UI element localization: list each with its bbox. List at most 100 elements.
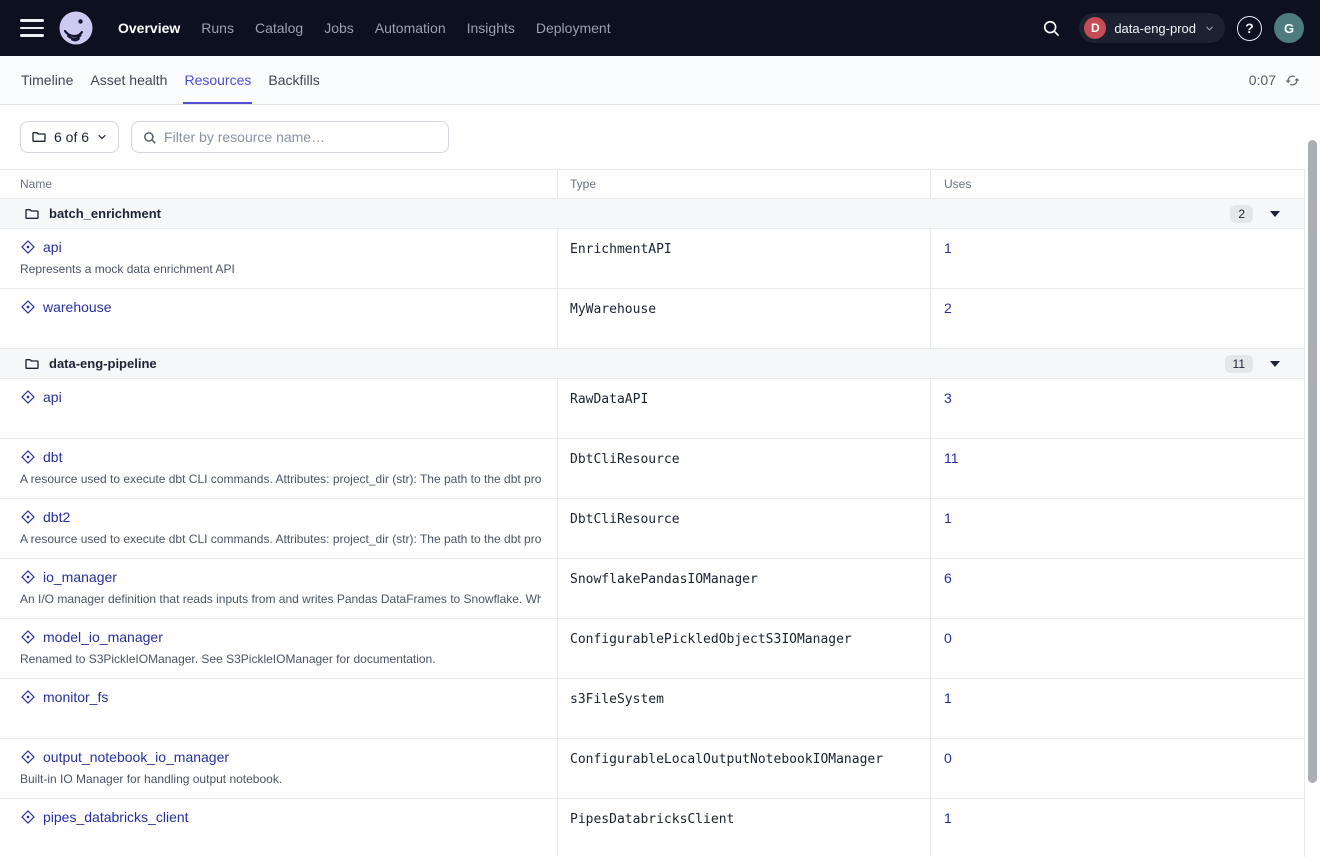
resource-uses-link[interactable]: 1 bbox=[944, 510, 952, 526]
group-name: batch_enrichment bbox=[49, 206, 161, 221]
nav-item-runs[interactable]: Runs bbox=[201, 20, 234, 36]
resource-icon bbox=[20, 299, 36, 315]
resource-icon bbox=[20, 749, 36, 765]
resource-uses-link[interactable]: 1 bbox=[944, 690, 952, 706]
deployment-badge: D bbox=[1084, 17, 1106, 39]
top-nav-right: D data-eng-prod ? G bbox=[1035, 12, 1304, 44]
chevron-down-icon bbox=[1204, 23, 1215, 34]
resource-description: An I/O manager definition that reads inp… bbox=[20, 592, 541, 606]
table-row: dbt2 A resource used to execute dbt CLI … bbox=[0, 499, 1304, 559]
column-header-type: Type bbox=[557, 170, 930, 198]
tab-timeline[interactable]: Timeline bbox=[20, 56, 74, 104]
resource-icon bbox=[20, 569, 36, 585]
table-row: warehouse MyWarehouse 2 bbox=[0, 289, 1304, 349]
resource-type: ConfigurableLocalOutputNotebookIOManager bbox=[557, 739, 930, 798]
chevron-down-icon bbox=[96, 131, 108, 143]
refresh-countdown: 0:07 bbox=[1249, 72, 1276, 88]
resource-type: DbtCliResource bbox=[557, 439, 930, 498]
group-name: data-eng-pipeline bbox=[49, 356, 157, 371]
dagster-logo-icon[interactable] bbox=[58, 10, 94, 46]
vertical-scrollbar[interactable] bbox=[1308, 140, 1317, 783]
resource-icon bbox=[20, 389, 36, 405]
primary-nav: Overview Runs Catalog Jobs Automation In… bbox=[118, 20, 611, 36]
deployment-switcher[interactable]: D data-eng-prod bbox=[1079, 13, 1225, 43]
group-row-batch-enrichment[interactable]: batch_enrichment 2 bbox=[0, 199, 1304, 229]
resource-name-link[interactable]: dbt bbox=[43, 449, 62, 465]
resource-type: DbtCliResource bbox=[557, 499, 930, 558]
overview-tabbar: Timeline Asset health Resources Backfill… bbox=[0, 56, 1320, 105]
nav-item-deployment[interactable]: Deployment bbox=[536, 20, 611, 36]
column-header-name: Name bbox=[0, 170, 557, 198]
resource-uses-link[interactable]: 3 bbox=[944, 390, 952, 406]
collapse-caret-icon[interactable] bbox=[1270, 211, 1280, 217]
table-row: output_notebook_io_manager Built-in IO M… bbox=[0, 739, 1304, 799]
table-row: api Represents a mock data enrichment AP… bbox=[0, 229, 1304, 289]
resource-icon bbox=[20, 689, 36, 705]
resource-description: Renamed to S3PickleIOManager. See S3Pick… bbox=[20, 652, 541, 666]
resource-description: A resource used to execute dbt CLI comma… bbox=[20, 532, 541, 546]
resource-name-link[interactable]: io_manager bbox=[43, 569, 117, 585]
search-icon[interactable] bbox=[1035, 12, 1067, 44]
nav-item-insights[interactable]: Insights bbox=[467, 20, 515, 36]
resource-description: Represents a mock data enrichment API bbox=[20, 262, 541, 276]
resource-name-link[interactable]: output_notebook_io_manager bbox=[43, 749, 229, 765]
tab-asset-health[interactable]: Asset health bbox=[89, 56, 168, 104]
column-header-uses: Uses bbox=[930, 170, 1304, 198]
search-icon bbox=[142, 130, 157, 145]
folder-icon bbox=[24, 206, 40, 222]
tab-resources[interactable]: Resources bbox=[183, 56, 252, 104]
folder-icon bbox=[31, 129, 47, 145]
folder-icon bbox=[24, 356, 40, 372]
resource-uses-link[interactable]: 1 bbox=[944, 240, 952, 256]
resource-icon bbox=[20, 239, 36, 255]
resource-name-link[interactable]: monitor_fs bbox=[43, 689, 108, 705]
refresh-icon[interactable] bbox=[1285, 73, 1300, 88]
resource-icon bbox=[20, 449, 36, 465]
tab-backfills[interactable]: Backfills bbox=[267, 56, 320, 104]
resource-uses-link[interactable]: 0 bbox=[944, 630, 952, 646]
resource-type: EnrichmentAPI bbox=[557, 229, 930, 288]
help-icon[interactable]: ? bbox=[1237, 16, 1262, 41]
menu-icon[interactable] bbox=[20, 19, 44, 37]
table-row: monitor_fs s3FileSystem 1 bbox=[0, 679, 1304, 739]
resource-type: s3FileSystem bbox=[557, 679, 930, 738]
resource-type: PipesDatabricksClient bbox=[557, 799, 930, 857]
nav-item-catalog[interactable]: Catalog bbox=[255, 20, 303, 36]
nav-item-jobs[interactable]: Jobs bbox=[324, 20, 354, 36]
code-location-filter-label: 6 of 6 bbox=[54, 129, 89, 145]
table-row: io_manager An I/O manager definition tha… bbox=[0, 559, 1304, 619]
resource-type: MyWarehouse bbox=[557, 289, 930, 348]
resource-type: ConfigurablePickledObjectS3IOManager bbox=[557, 619, 930, 678]
resource-name-link[interactable]: api bbox=[43, 239, 62, 255]
code-location-filter-button[interactable]: 6 of 6 bbox=[20, 121, 119, 153]
resource-name-link[interactable]: pipes_databricks_client bbox=[43, 809, 189, 825]
table-row: api RawDataAPI 3 bbox=[0, 379, 1304, 439]
resource-filter-input[interactable] bbox=[164, 129, 438, 145]
resource-name-link[interactable]: api bbox=[43, 389, 62, 405]
nav-item-automation[interactable]: Automation bbox=[375, 20, 446, 36]
group-count-badge: 11 bbox=[1225, 355, 1253, 373]
group-count-badge: 2 bbox=[1230, 205, 1253, 223]
resource-type: RawDataAPI bbox=[557, 379, 930, 438]
resource-description: Built-in IO Manager for handling output … bbox=[20, 772, 541, 786]
resource-uses-link[interactable]: 11 bbox=[944, 450, 959, 466]
resource-filter-box bbox=[131, 121, 449, 153]
table-row: model_io_manager Renamed to S3PickleIOMa… bbox=[0, 619, 1304, 679]
table-header: Name Type Uses bbox=[0, 170, 1304, 199]
resource-description: A resource used to execute dbt CLI comma… bbox=[20, 472, 541, 486]
table-row: dbt A resource used to execute dbt CLI c… bbox=[0, 439, 1304, 499]
resource-uses-link[interactable]: 2 bbox=[944, 300, 952, 316]
table-row: pipes_databricks_client PipesDatabricksC… bbox=[0, 799, 1304, 857]
collapse-caret-icon[interactable] bbox=[1270, 361, 1280, 367]
resource-uses-link[interactable]: 6 bbox=[944, 570, 952, 586]
resources-table: Name Type Uses batch_enrichment 2 api Re… bbox=[0, 169, 1305, 857]
group-row-data-eng-pipeline[interactable]: data-eng-pipeline 11 bbox=[0, 349, 1304, 379]
resource-name-link[interactable]: model_io_manager bbox=[43, 629, 163, 645]
top-nav: Overview Runs Catalog Jobs Automation In… bbox=[0, 0, 1320, 56]
user-avatar[interactable]: G bbox=[1274, 13, 1304, 43]
nav-item-overview[interactable]: Overview bbox=[118, 20, 180, 36]
resource-name-link[interactable]: dbt2 bbox=[43, 509, 70, 525]
resource-uses-link[interactable]: 1 bbox=[944, 810, 952, 826]
resource-name-link[interactable]: warehouse bbox=[43, 299, 112, 315]
resource-uses-link[interactable]: 0 bbox=[944, 750, 952, 766]
